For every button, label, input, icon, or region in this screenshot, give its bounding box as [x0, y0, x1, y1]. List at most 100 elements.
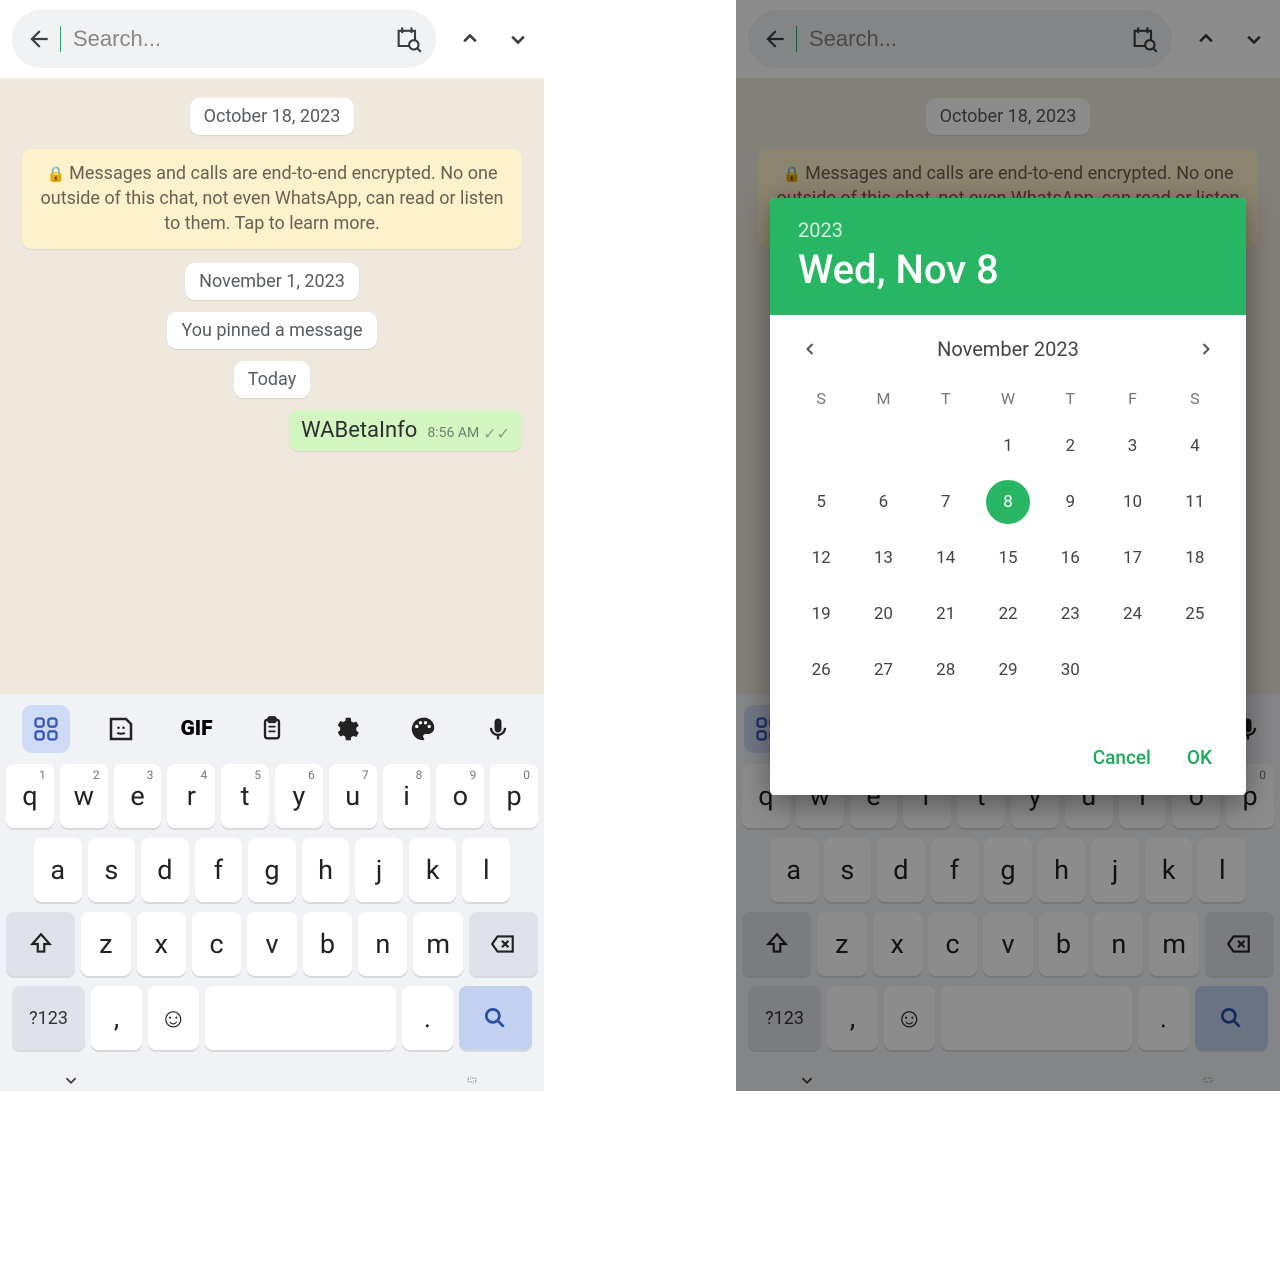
key-j[interactable]: j — [355, 838, 403, 902]
calendar-day[interactable]: 23 — [1039, 586, 1101, 642]
space-key[interactable] — [205, 986, 397, 1050]
chevron-up-icon[interactable] — [456, 25, 484, 53]
backspace-key[interactable] — [469, 912, 538, 976]
calendar-day[interactable]: 7 — [915, 474, 977, 530]
emoji-key[interactable]: ☺ — [148, 986, 199, 1050]
calendar-day[interactable]: 14 — [915, 530, 977, 586]
mic-icon[interactable] — [474, 705, 522, 753]
gif-button[interactable]: GIF — [173, 705, 221, 753]
key-a[interactable]: a — [34, 838, 82, 902]
calendar-day[interactable]: 21 — [915, 586, 977, 642]
key-d[interactable]: d — [141, 838, 189, 902]
clipboard-icon[interactable] — [248, 705, 296, 753]
next-month-icon[interactable] — [1196, 339, 1216, 359]
ok-button[interactable]: OK — [1187, 746, 1212, 769]
date-picker-modal: 2023 Wed, Nov 8 November 2023 SMTWTFS 12… — [770, 198, 1246, 795]
comma-key[interactable]: , — [91, 986, 142, 1050]
right-screenshot: ©WABETAINFO October 18, 2023 🔒Messages a… — [736, 0, 1280, 1091]
date-picker-year[interactable]: 2023 — [798, 218, 1218, 242]
weekday-label: W — [977, 379, 1039, 418]
calendar-day[interactable]: 22 — [977, 586, 1039, 642]
calendar-day[interactable]: 25 — [1164, 586, 1226, 642]
calendar-day[interactable]: 5 — [790, 474, 852, 530]
key-b[interactable]: b — [303, 912, 352, 976]
key-n[interactable]: n — [358, 912, 407, 976]
calendar-day[interactable]: 2 — [1039, 418, 1101, 474]
calendar-day[interactable]: 26 — [790, 642, 852, 698]
shift-key[interactable] — [6, 912, 75, 976]
key-y[interactable]: y6 — [275, 764, 323, 828]
key-g[interactable]: g — [248, 838, 296, 902]
month-title: November 2023 — [937, 337, 1079, 361]
key-q[interactable]: q1 — [6, 764, 54, 828]
calendar-day[interactable]: 6 — [852, 474, 914, 530]
keyboard-row-4: ?123 , ☺ . — [6, 986, 538, 1050]
calendar-day[interactable]: 30 — [1039, 642, 1101, 698]
nav-collapse-icon[interactable] — [60, 1069, 82, 1091]
settings-gear-icon[interactable] — [323, 705, 371, 753]
calendar-day[interactable]: 27 — [852, 642, 914, 698]
calendar-search-icon[interactable] — [394, 25, 422, 53]
key-r[interactable]: r4 — [167, 764, 215, 828]
date-picker-headline[interactable]: Wed, Nov 8 — [798, 246, 1218, 293]
calendar-day[interactable]: 17 — [1101, 530, 1163, 586]
keyboard-toolbar: GIF — [0, 694, 544, 764]
calendar-day[interactable]: 29 — [977, 642, 1039, 698]
lock-icon: 🔒 — [46, 165, 65, 183]
search-input[interactable] — [73, 26, 374, 52]
calendar-day[interactable]: 24 — [1101, 586, 1163, 642]
encryption-notice[interactable]: 🔒Messages and calls are end-to-end encry… — [22, 149, 522, 249]
palette-icon[interactable] — [399, 705, 447, 753]
key-w[interactable]: w2 — [60, 764, 108, 828]
period-key[interactable]: . — [402, 986, 453, 1050]
calendar-day[interactable]: 12 — [790, 530, 852, 586]
arrow-back-icon[interactable] — [26, 26, 52, 52]
calendar-day[interactable]: 15 — [977, 530, 1039, 586]
calendar-day[interactable]: 11 — [1164, 474, 1226, 530]
key-p[interactable]: p0 — [490, 764, 538, 828]
nav-handle-icon[interactable] — [460, 1068, 484, 1091]
key-f[interactable]: f — [195, 838, 243, 902]
key-m[interactable]: m — [413, 912, 462, 976]
key-e[interactable]: e3 — [114, 764, 162, 828]
calendar-day[interactable]: 8 — [977, 474, 1039, 530]
key-u[interactable]: u7 — [329, 764, 377, 828]
date-separator: Today — [234, 361, 310, 398]
calendar-day[interactable]: 13 — [852, 530, 914, 586]
search-key[interactable] — [459, 986, 532, 1050]
key-t[interactable]: t5 — [221, 764, 269, 828]
outgoing-message[interactable]: WABetaInfo 8:56 AM ✓✓ — [289, 410, 522, 451]
calendar-day[interactable]: 1 — [977, 418, 1039, 474]
calendar-day[interactable]: 9 — [1039, 474, 1101, 530]
key-v[interactable]: v — [247, 912, 296, 976]
key-s[interactable]: s — [88, 838, 136, 902]
symbols-key[interactable]: ?123 — [12, 986, 85, 1050]
calendar-day[interactable]: 16 — [1039, 530, 1101, 586]
key-i[interactable]: i8 — [383, 764, 431, 828]
calendar-day[interactable]: 20 — [852, 586, 914, 642]
grid-icon[interactable] — [22, 705, 70, 753]
message-row: WABetaInfo 8:56 AM ✓✓ — [0, 410, 544, 451]
calendar-day[interactable]: 19 — [790, 586, 852, 642]
key-l[interactable]: l — [462, 838, 510, 902]
key-k[interactable]: k — [409, 838, 457, 902]
key-z[interactable]: z — [81, 912, 130, 976]
key-x[interactable]: x — [137, 912, 186, 976]
key-o[interactable]: o9 — [436, 764, 484, 828]
sticker-icon[interactable] — [97, 705, 145, 753]
cancel-button[interactable]: Cancel — [1093, 746, 1151, 769]
calendar-day[interactable]: 28 — [915, 642, 977, 698]
calendar-day[interactable]: 3 — [1101, 418, 1163, 474]
keyboard: GIF q1w2e3r4t5y6u7i8o9p0 asdfghjkl zxcvb… — [0, 694, 544, 1091]
key-h[interactable]: h — [302, 838, 350, 902]
calendar-day[interactable]: 18 — [1164, 530, 1226, 586]
key-c[interactable]: c — [192, 912, 241, 976]
search-field-container[interactable] — [12, 10, 436, 68]
prev-month-icon[interactable] — [800, 339, 820, 359]
chevron-down-icon[interactable] — [504, 25, 532, 53]
weekday-row: SMTWTFS — [790, 379, 1226, 418]
weekday-label: S — [790, 379, 852, 418]
calendar-day[interactable]: 4 — [1164, 418, 1226, 474]
keyboard-row-3: zxcvbnm — [6, 912, 538, 976]
calendar-day[interactable]: 10 — [1101, 474, 1163, 530]
